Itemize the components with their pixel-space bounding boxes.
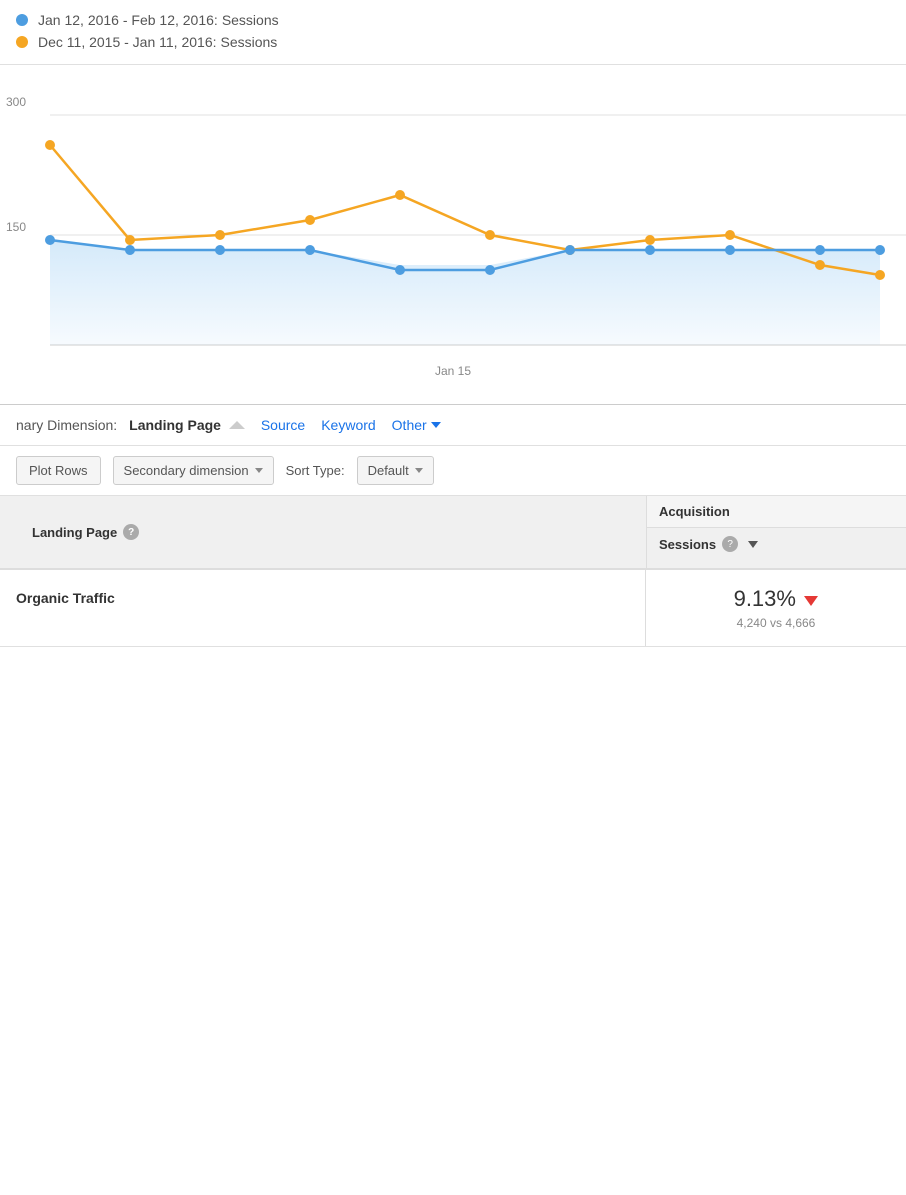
sessions-column-label: Sessions [659, 537, 716, 552]
landing-page-column-label: Landing Page [32, 525, 117, 540]
legend-date-1: Jan 12, 2016 - Feb 12, 2016: [38, 12, 218, 28]
orange-dot-icon [16, 36, 28, 48]
secondary-dimension-arrow-icon [255, 468, 263, 473]
pct-value: 9.13% [734, 586, 796, 611]
active-indicator-icon [229, 421, 245, 429]
dimension-other-label: Other [392, 417, 427, 433]
legend-section: Jan 12, 2016 - Feb 12, 2016: Sessions De… [0, 0, 906, 65]
blue-dot-icon [16, 14, 28, 26]
chevron-down-icon [431, 422, 441, 428]
organic-traffic-sessions: 9.13% 4,240 vs 4,666 [646, 570, 906, 646]
dimension-bar: nary Dimension: Landing Page Source Keyw… [0, 405, 906, 446]
dimension-keyword-link[interactable]: Keyword [321, 417, 375, 433]
dimension-active-label: Landing Page [129, 417, 245, 433]
landing-page-help-icon[interactable]: ? [123, 524, 139, 540]
th-sessions-row: Sessions ? [647, 528, 906, 560]
th-acquisition: Acquisition Sessions ? [646, 496, 906, 568]
chart-svg: Jan 15 [0, 65, 906, 405]
dimension-source-link[interactable]: Source [261, 417, 305, 433]
dimension-prefix-label: nary Dimension: [16, 417, 117, 433]
th-landing-page: Landing Page ? [0, 496, 646, 568]
toolbar: Plot Rows Secondary dimension Sort Type:… [0, 446, 906, 496]
line-chart: 300 150 [0, 65, 906, 405]
table-row: Organic Traffic 9.13% 4,240 vs 4,666 [0, 570, 906, 647]
legend-row-1: Jan 12, 2016 - Feb 12, 2016: Sessions [16, 12, 890, 28]
sessions-help-icon[interactable]: ? [722, 536, 738, 552]
sort-type-label: Sort Type: [286, 463, 345, 478]
legend-sessions-1: Sessions [222, 12, 279, 28]
sort-type-value: Default [368, 463, 409, 478]
acquisition-header-label: Acquisition [647, 496, 906, 528]
session-percentage: 9.13% [658, 586, 894, 612]
red-down-arrow-icon [804, 596, 818, 606]
legend-date-2: Dec 11, 2015 - Jan 11, 2016: [38, 34, 217, 50]
secondary-dimension-label: Secondary dimension [124, 463, 249, 478]
y-label-300: 300 [6, 95, 26, 109]
plot-rows-button[interactable]: Plot Rows [16, 456, 101, 485]
sort-type-select[interactable]: Default [357, 456, 434, 485]
sessions-sort-icon[interactable] [748, 541, 758, 548]
y-label-150: 150 [6, 220, 26, 234]
table-header: Landing Page ? Acquisition Sessions ? [0, 496, 906, 570]
legend-row-2: Dec 11, 2015 - Jan 11, 2016: Sessions [16, 34, 890, 50]
organic-traffic-label: Organic Traffic [0, 570, 646, 646]
dimension-other-dropdown[interactable]: Other [392, 417, 441, 433]
comparison-text: 4,240 vs 4,666 [658, 616, 894, 630]
secondary-dimension-select[interactable]: Secondary dimension [113, 456, 274, 485]
svg-text:Jan 15: Jan 15 [435, 364, 471, 378]
data-table: Landing Page ? Acquisition Sessions ? Or… [0, 496, 906, 647]
legend-sessions-2: Sessions [221, 34, 278, 50]
sort-type-arrow-icon [415, 468, 423, 473]
